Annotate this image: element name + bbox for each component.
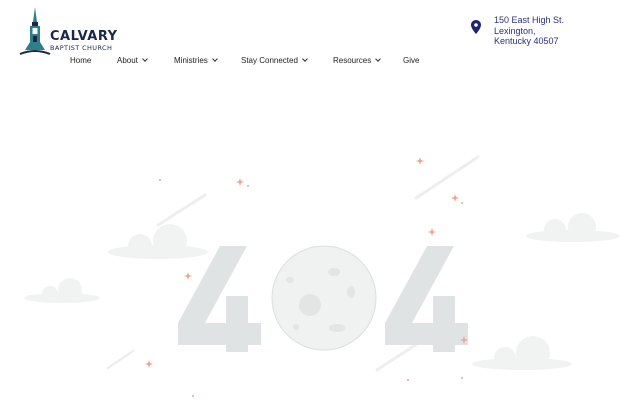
cloud-icon (472, 336, 572, 370)
shooting-star-streak (156, 193, 207, 227)
shooting-star-streak (414, 155, 480, 200)
cloud-icon (108, 224, 208, 259)
shooting-star-streak (106, 349, 135, 370)
cloud-icon (526, 213, 620, 242)
digit-four-right (385, 246, 468, 352)
404-illustration (24, 155, 620, 397)
cloud-icon (24, 278, 100, 303)
shooting-star-streak (375, 340, 422, 372)
moon-icon (271, 245, 377, 351)
digit-four-left (178, 246, 261, 352)
